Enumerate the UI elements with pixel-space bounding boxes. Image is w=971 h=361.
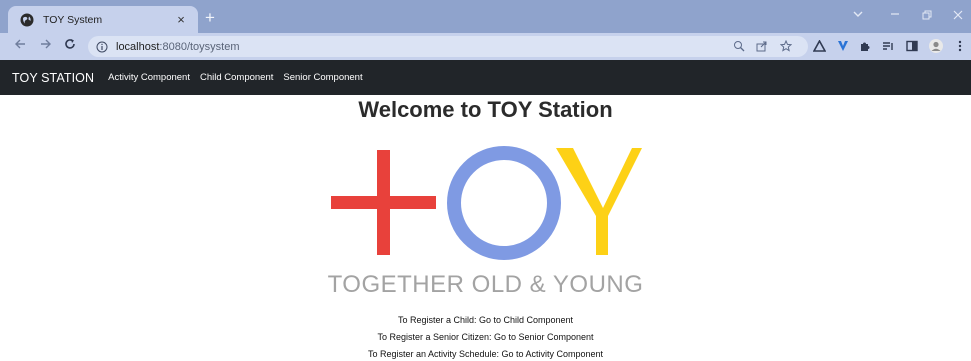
back-arrow-icon[interactable] (14, 38, 26, 54)
minimize-icon[interactable] (890, 10, 900, 21)
vpn-shield-icon[interactable] (836, 39, 850, 53)
share-icon[interactable] (755, 39, 769, 53)
nav-link-activity-component[interactable]: Activity Component (108, 72, 190, 83)
new-tab-button[interactable]: + (205, 9, 215, 26)
side-panel-icon[interactable] (905, 39, 919, 53)
extensions-puzzle-icon[interactable] (858, 39, 872, 53)
reload-icon[interactable] (64, 38, 76, 54)
close-window-icon[interactable] (953, 10, 963, 23)
tab-title: TOY System (43, 13, 103, 26)
instruction-senior: To Register a Senior Citizen: Go to Seni… (377, 332, 594, 342)
profile-avatar-icon[interactable] (929, 39, 943, 53)
zoom-icon[interactable] (732, 39, 746, 53)
forward-arrow-icon[interactable] (40, 38, 52, 54)
browser-tab[interactable]: TOY System × (8, 6, 198, 33)
navbar-brand[interactable]: TOY STATION (12, 71, 94, 85)
page-title: Welcome to TOY Station (358, 97, 613, 122)
globe-icon (20, 13, 34, 27)
logo-plus-sign (331, 150, 436, 255)
logo-tagline: TOGETHER OLD & YOUNG (327, 271, 644, 298)
tab-search-chevron-icon[interactable] (853, 10, 863, 21)
instruction-activity: To Register an Activity Schedule: Go to … (367, 349, 604, 359)
address-bar[interactable]: localhost:8080/toysystem (88, 36, 808, 57)
tab-close-icon[interactable]: × (174, 13, 188, 26)
instruction-child: To Register a Child: Go to Child Compone… (397, 315, 574, 325)
browser-toolbar: localhost:8080/toysystem (0, 33, 971, 60)
menu-kebab-icon[interactable] (953, 39, 967, 53)
url-path: :8080/toysystem (159, 40, 240, 53)
drive-triangle-icon[interactable] (812, 39, 826, 53)
nav-link-child-component[interactable]: Child Component (200, 72, 273, 83)
logo-letter-o (447, 146, 561, 260)
toy-logo (331, 146, 642, 260)
reading-list-icon[interactable] (881, 39, 895, 53)
browser-tab-strip: TOY System × + (0, 0, 971, 33)
info-icon[interactable] (96, 41, 108, 53)
nav-link-senior-component[interactable]: Senior Component (283, 72, 362, 83)
restore-icon[interactable] (922, 10, 932, 23)
url-host: localhost (116, 40, 160, 53)
bookmark-star-icon[interactable] (779, 39, 793, 53)
app-navbar: TOY STATION Activity Component Child Com… (0, 60, 971, 95)
logo-letter-y (556, 148, 642, 255)
